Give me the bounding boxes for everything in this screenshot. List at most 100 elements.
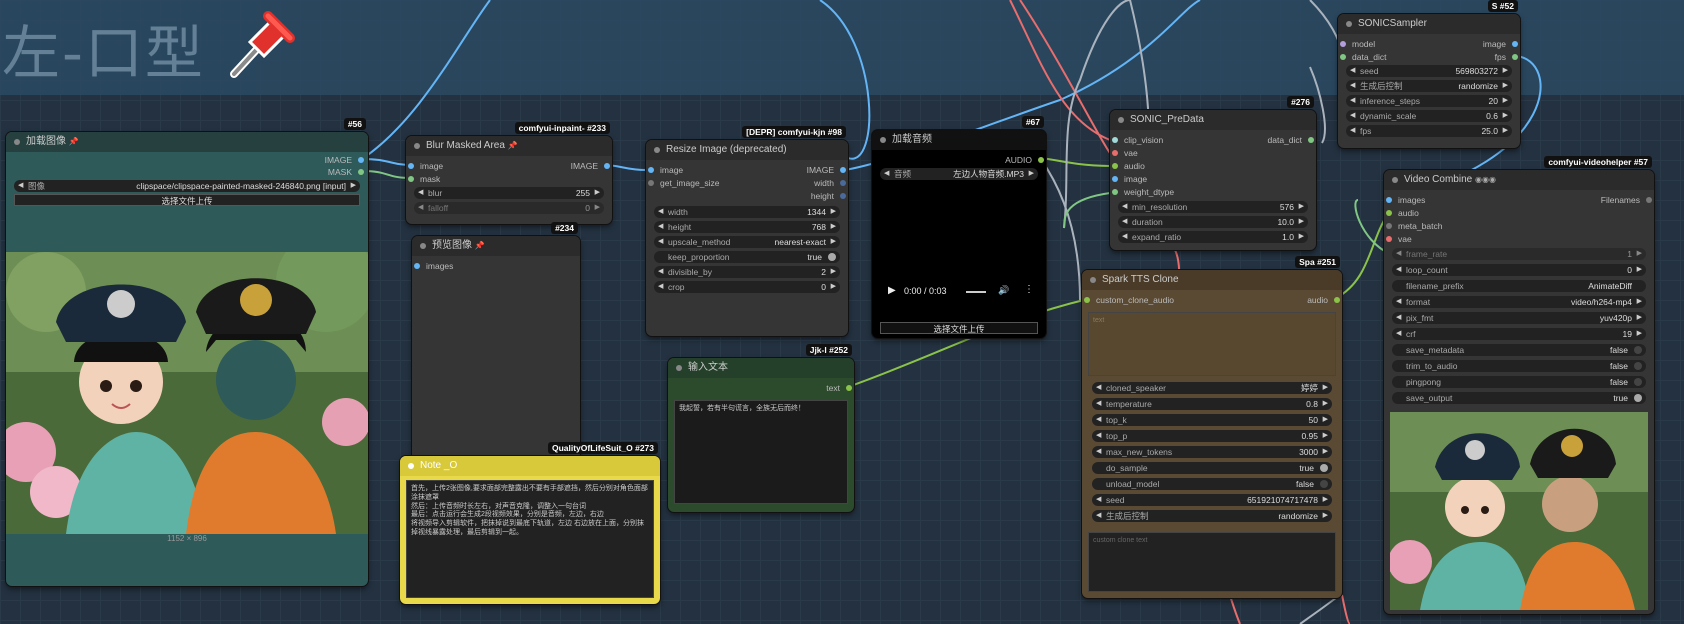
output-image[interactable]: image xyxy=(1456,38,1518,50)
top-k-widget[interactable]: ◀ top_k 50 ▶ xyxy=(1092,414,1332,426)
arrow-left-icon[interactable]: ◀ xyxy=(658,236,663,248)
arrow-right-icon[interactable]: ▶ xyxy=(1637,312,1642,324)
output-mask[interactable]: MASK xyxy=(252,166,364,178)
output-data-dict[interactable]: data_dict xyxy=(1232,134,1314,146)
node-header[interactable]: Note _O xyxy=(400,456,660,476)
arrow-left-icon[interactable]: ◀ xyxy=(1096,494,1101,506)
output-audio[interactable]: AUDIO xyxy=(972,154,1044,166)
slot-dot[interactable] xyxy=(1386,197,1392,203)
slot-dot[interactable] xyxy=(1112,137,1118,143)
slot-dot[interactable] xyxy=(1386,236,1392,242)
node-text-input[interactable]: Jjk-l #252 输入文本 text 我起誓，若有半句谎言，全族无后而终！ xyxy=(668,344,854,512)
arrow-right-icon[interactable]: ▶ xyxy=(1637,296,1642,308)
max-new-tokens-widget[interactable]: ◀ max_new_tokens 3000 ▶ xyxy=(1092,446,1332,458)
slot-dot[interactable] xyxy=(1512,54,1518,60)
note-text[interactable]: 首先，上传2张图像,要求面部完整露出不要有手部遮挡，然后分别对角色面部涂抹遮罩 … xyxy=(406,480,654,598)
collapse-dot[interactable] xyxy=(1090,277,1096,283)
input-vae[interactable]: vae xyxy=(1112,147,1138,159)
input-images[interactable]: images xyxy=(414,260,453,272)
node-resize-image[interactable]: [DEPR] comfyui-kjn #98 ? Resize Image (d… xyxy=(646,126,848,336)
arrow-right-icon[interactable]: ▶ xyxy=(831,236,836,248)
seed-widget[interactable]: ◀ seed 651921074717478 ▶ xyxy=(1092,494,1332,506)
slot-dot[interactable] xyxy=(1038,157,1044,163)
crop-widget[interactable]: ◀ crop 0 ▶ xyxy=(654,281,840,293)
slot-dot[interactable] xyxy=(604,163,610,169)
upscale-method-widget[interactable]: ◀ upscale_method nearest-exact ▶ xyxy=(654,236,840,248)
play-icon[interactable]: ▶ xyxy=(888,285,896,296)
control-after-generate-widget[interactable]: ◀ 生成后控制 randomize ▶ xyxy=(1092,510,1332,522)
collapse-dot[interactable] xyxy=(420,243,426,249)
input-image[interactable]: image xyxy=(648,164,683,176)
arrow-right-icon[interactable]: ▶ xyxy=(1323,398,1328,410)
slot-dot[interactable] xyxy=(1334,297,1340,303)
slot-dot[interactable] xyxy=(1112,150,1118,156)
collapse-dot[interactable] xyxy=(880,137,886,143)
arrow-right-icon[interactable]: ▶ xyxy=(1299,201,1304,213)
temperature-widget[interactable]: ◀ temperature 0.8 ▶ xyxy=(1092,398,1332,410)
save-metadata-toggle[interactable]: save_metadata false xyxy=(1392,344,1646,356)
arrow-right-icon[interactable]: ▶ xyxy=(595,202,600,214)
slot-dot[interactable] xyxy=(1308,137,1314,143)
toggle-icon[interactable] xyxy=(1320,464,1328,472)
output-image[interactable]: IMAGE xyxy=(774,164,846,176)
slot-dot[interactable] xyxy=(1112,189,1118,195)
slot-dot[interactable] xyxy=(840,167,846,173)
node-header[interactable]: Spark TTS Clone xyxy=(1082,270,1342,290)
collapse-dot[interactable] xyxy=(1118,117,1124,123)
slot-dot[interactable] xyxy=(408,163,414,169)
arrow-left-icon[interactable]: ◀ xyxy=(1396,296,1401,308)
crf-widget[interactable]: ◀ crf 19 ▶ xyxy=(1392,328,1646,340)
arrow-left-icon[interactable]: ◀ xyxy=(1122,216,1127,228)
audio-file-combo[interactable]: ◀ 音频 左边人物音频.MP3 ▶ xyxy=(880,168,1038,180)
keep-proportion-toggle[interactable]: keep_proportion true xyxy=(654,251,840,263)
arrow-right-icon[interactable]: ▶ xyxy=(831,281,836,293)
arrow-left-icon[interactable]: ◀ xyxy=(1396,248,1401,260)
upload-button[interactable]: 选择文件上传 xyxy=(880,322,1038,334)
node-header[interactable]: 加载图像 📌 xyxy=(6,132,368,152)
slot-dot[interactable] xyxy=(1084,297,1090,303)
toggle-icon[interactable] xyxy=(1634,394,1642,402)
node-header[interactable]: Resize Image (deprecated) xyxy=(646,140,848,160)
slot-dot[interactable] xyxy=(840,193,846,199)
arrow-left-icon[interactable]: ◀ xyxy=(658,206,663,218)
toggle-icon[interactable] xyxy=(1634,362,1642,370)
arrow-right-icon[interactable]: ▶ xyxy=(1323,430,1328,442)
arrow-left-icon[interactable]: ◀ xyxy=(418,202,423,214)
control-after-generate-widget[interactable]: ◀ 生成后控制 randomize ▶ xyxy=(1346,80,1512,92)
input-image[interactable]: image xyxy=(408,160,443,172)
slot-dot[interactable] xyxy=(1386,210,1392,216)
dynamic-scale-widget[interactable]: ◀ dynamic_scale 0.6 ▶ xyxy=(1346,110,1512,122)
collapse-dot[interactable] xyxy=(654,147,660,153)
node-preview-image[interactable]: #234 预览图像 📌 images xyxy=(412,222,580,460)
slot-dot[interactable] xyxy=(358,169,364,175)
arrow-right-icon[interactable]: ▶ xyxy=(1503,80,1508,92)
slot-dot[interactable] xyxy=(1646,197,1652,203)
input-audio[interactable]: audio xyxy=(1112,160,1145,172)
collapse-dot[interactable] xyxy=(414,143,420,149)
node-load-image[interactable]: #56 加载图像 📌 IMAGE MASK ◀ 图像 clipspace/clips… xyxy=(6,118,368,586)
arrow-left-icon[interactable]: ◀ xyxy=(1350,65,1355,77)
input-meta-batch[interactable]: meta_batch xyxy=(1386,220,1442,232)
input-data-dict[interactable]: data_dict xyxy=(1340,51,1387,63)
slot-dot[interactable] xyxy=(1512,41,1518,47)
arrow-left-icon[interactable]: ◀ xyxy=(1350,125,1355,137)
arrow-right-icon[interactable]: ▶ xyxy=(831,206,836,218)
save-output-toggle[interactable]: save_output true xyxy=(1392,392,1646,404)
node-sonic-predata[interactable]: #276 SONIC_PreData clip_vision vae audio… xyxy=(1110,96,1316,250)
top-p-widget[interactable]: ◀ top_p 0.95 ▶ xyxy=(1092,430,1332,442)
slot-dot[interactable] xyxy=(414,263,420,269)
arrow-right-icon[interactable]: ▶ xyxy=(595,187,600,199)
node-note[interactable]: QualityOfLifeSuit_O #273 Note _O 首先，上传2张… xyxy=(400,442,660,604)
arrow-left-icon[interactable]: ◀ xyxy=(1122,201,1127,213)
output-fps[interactable]: fps xyxy=(1456,51,1518,63)
input-custom-clone-audio[interactable]: custom_clone_audio xyxy=(1084,294,1174,306)
format-widget[interactable]: ◀ format video/h264-mp4 ▶ xyxy=(1392,296,1646,308)
arrow-left-icon[interactable]: ◀ xyxy=(1096,430,1101,442)
arrow-left-icon[interactable]: ◀ xyxy=(1096,382,1101,394)
arrow-left-icon[interactable]: ◀ xyxy=(1096,414,1101,426)
output-audio[interactable]: audio xyxy=(1278,294,1340,306)
falloff-widget[interactable]: ◀ falloff 0 ▶ xyxy=(414,202,604,214)
slot-dot[interactable] xyxy=(1340,41,1346,47)
collapse-dot[interactable] xyxy=(14,139,20,145)
slot-dot[interactable] xyxy=(846,385,852,391)
